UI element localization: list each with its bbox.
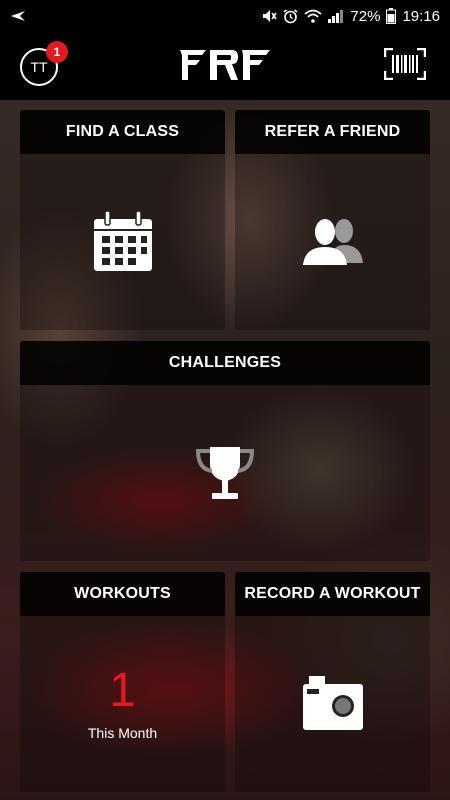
- workouts-tile[interactable]: WORKOUTS 1 This Month: [20, 572, 225, 792]
- record-a-workout-tile[interactable]: RECORD A WORKOUT: [235, 572, 430, 792]
- battery-percent: 72%: [350, 7, 381, 25]
- alarm-icon: [283, 8, 298, 23]
- workouts-title: WORKOUTS: [20, 572, 225, 616]
- notification-badge: 1: [46, 41, 68, 63]
- challenges-tile[interactable]: CHALLENGES: [20, 341, 430, 561]
- status-time: 19:16: [402, 7, 440, 25]
- record-a-workout-title: RECORD A WORKOUT: [235, 572, 430, 616]
- battery-icon: [386, 8, 397, 24]
- camera-icon: [302, 676, 363, 730]
- workouts-count: 1: [109, 664, 136, 717]
- mute-icon: [263, 10, 278, 22]
- status-bar: 72% 19:16: [0, 0, 450, 32]
- back-arrow-icon: [11, 11, 25, 21]
- users-icon: [302, 219, 363, 265]
- refer-a-friend-tile[interactable]: REFER A FRIEND: [235, 110, 430, 330]
- brand-logo: [180, 50, 270, 80]
- avatar-initials: TT: [30, 59, 48, 75]
- refer-a-friend-title: REFER A FRIEND: [235, 110, 430, 154]
- barcode-scan-icon[interactable]: [384, 48, 426, 80]
- signal-icon: [328, 10, 344, 23]
- notification-count: 1: [53, 45, 61, 59]
- workouts-period: This Month: [87, 725, 158, 741]
- find-a-class-tile[interactable]: FIND A CLASS: [20, 110, 225, 330]
- app-header: TT 1: [0, 32, 450, 100]
- calendar-icon: [93, 211, 152, 271]
- wifi-icon: [304, 9, 323, 23]
- trophy-icon: [195, 447, 255, 499]
- challenges-title: CHALLENGES: [20, 341, 430, 385]
- find-a-class-title: FIND A CLASS: [20, 110, 225, 154]
